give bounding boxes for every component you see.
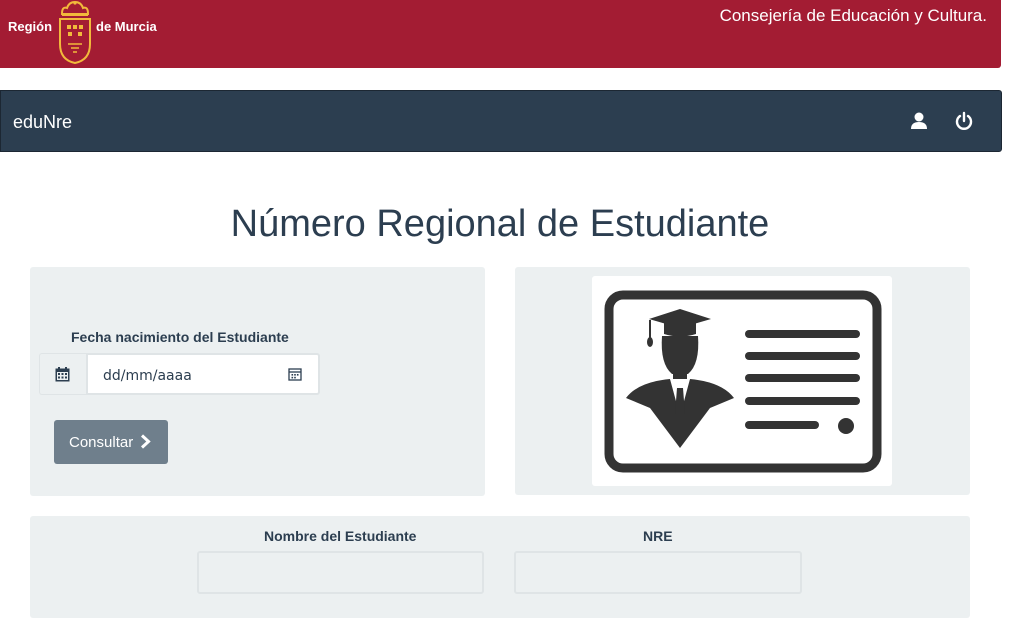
logo-text-left: Región — [8, 19, 53, 34]
nre-field[interactable] — [514, 551, 802, 594]
region-murcia-logo[interactable]: Región de Murcia — [0, 0, 180, 68]
birthdate-label: Fecha nacimiento del Estudiante — [71, 329, 289, 345]
calendar-icon — [55, 367, 70, 382]
chevron-right-icon — [140, 434, 151, 449]
calendar-addon — [39, 353, 86, 395]
navbar-brand[interactable]: eduNre — [13, 112, 72, 133]
consejeria-title: Consejería de Educación y Cultura. — [719, 6, 987, 25]
navbar: eduNre — [0, 90, 1002, 152]
results-panel: Nombre del Estudiante NRE — [30, 516, 970, 618]
logo-text-right: de Murcia — [96, 19, 157, 34]
top-banner: Región de Murcia Consejería de Educación… — [0, 0, 1001, 68]
student-id-card-image — [592, 276, 892, 486]
consultar-label: Consultar — [69, 433, 134, 451]
search-form-panel: Fecha nacimiento del Estudiante dd/mm/aa… — [30, 267, 485, 496]
date-picker-icon[interactable] — [288, 367, 302, 381]
consultar-button[interactable]: Consultar — [54, 420, 168, 464]
birthdate-input-group: dd/mm/aaaa — [39, 353, 320, 395]
power-icon[interactable] — [953, 110, 975, 132]
student-name-label: Nombre del Estudiante — [264, 528, 417, 544]
nre-label: NRE — [643, 528, 673, 544]
birthdate-placeholder: dd/mm/aaaa — [103, 368, 192, 384]
student-name-field[interactable] — [197, 551, 484, 594]
illustration-panel — [515, 267, 970, 495]
user-icon[interactable] — [908, 110, 930, 132]
coat-of-arms-icon — [59, 0, 91, 65]
page-title: Número Regional de Estudiante — [230, 203, 770, 245]
birthdate-input[interactable]: dd/mm/aaaa — [86, 353, 320, 395]
student-id-card-icon — [604, 290, 882, 473]
